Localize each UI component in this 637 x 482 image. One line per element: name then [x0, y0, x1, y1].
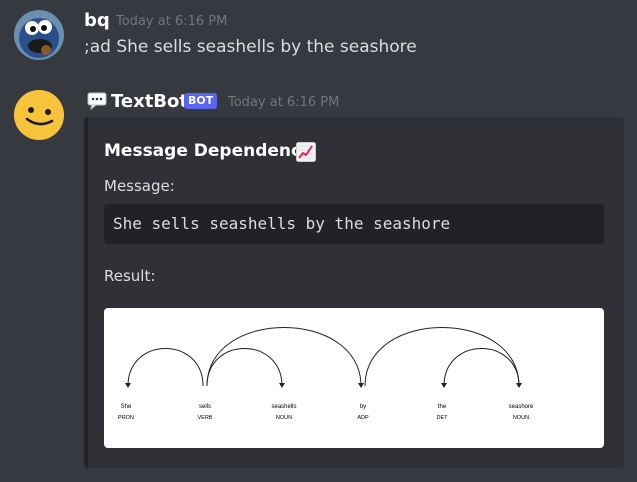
bot-badge: BOT — [184, 93, 218, 109]
token-word: seashore — [509, 404, 534, 410]
token-pos-tag: VERB — [198, 415, 213, 421]
username[interactable]: bq — [84, 10, 110, 31]
bot-username[interactable]: TextBot — [111, 91, 188, 112]
message-field-label: Message: — [104, 177, 175, 195]
bot-timestamp: Today at 6:16 PM — [228, 95, 340, 110]
dependency-arrowhead — [279, 383, 285, 388]
dependency-arrowhead — [441, 383, 447, 388]
token-word: sells — [199, 404, 211, 410]
dependency-arc — [364, 327, 520, 387]
token-word: seashells — [271, 404, 296, 410]
token-word: She — [121, 404, 132, 410]
speech-balloon-icon — [87, 92, 107, 115]
dependency-diagram: She PRON sells VERB seashells NOUN by ADP the DET… — [118, 327, 534, 421]
message-code-block: She sells seashells by the seashore — [104, 204, 604, 244]
dependency-arrowhead — [358, 383, 364, 388]
token-word: the — [438, 404, 447, 410]
result-field-label: Result: — [104, 267, 156, 285]
message-content: ;ad She sells seashells by the seashore — [84, 37, 417, 57]
embed: Message Dependency Message: She sells se… — [84, 117, 624, 468]
message-bq: bq Today at 6:16 PM ;ad She sells seashe… — [0, 0, 637, 70]
token-pos-tag: PRON — [118, 415, 134, 421]
user-avatar[interactable] — [14, 10, 64, 60]
chart-increasing-icon — [296, 142, 316, 167]
dependency-arrowhead — [125, 383, 131, 388]
timestamp: Today at 6:16 PM — [116, 14, 228, 29]
token-pos-tag: DET — [437, 415, 449, 421]
token-pos-tag: NOUN — [513, 415, 529, 421]
token-word: by — [360, 404, 366, 410]
token-pos-tag: NOUN — [276, 415, 292, 421]
dependency-arc — [206, 327, 362, 387]
dependency-parse-image[interactable]: She PRON sells VERB seashells NOUN by ADP the DET… — [104, 308, 604, 448]
embed-color-bar — [84, 117, 88, 468]
embed-title: Message Dependency — [104, 141, 313, 161]
bot-avatar[interactable] — [14, 90, 64, 140]
token-pos-tag: ADP — [357, 415, 369, 421]
dependency-arc — [127, 348, 204, 387]
